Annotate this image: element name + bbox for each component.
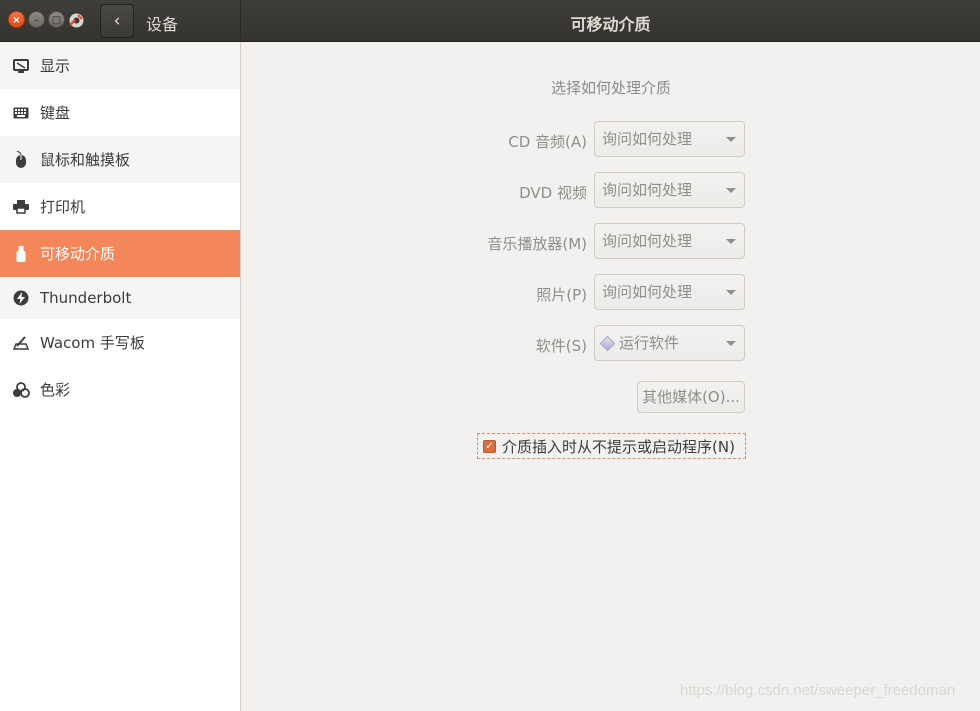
titlebar-left-pane: × – □ ‹ 设备 <box>0 0 241 42</box>
software-label: 软件(S) <box>535 337 587 355</box>
window-maximize-button[interactable]: □ <box>48 11 65 28</box>
chevron-down-icon <box>726 341 736 346</box>
sidebar-item-label: Thunderbolt <box>40 289 132 307</box>
window-minimize-button[interactable]: – <box>28 11 45 28</box>
other-media-button[interactable]: 其他媒体(O)... <box>637 381 745 413</box>
sidebar: 显示 键盘 鼠标和触摸板 打印机 可移动介质 Thunderbolt Wacom… <box>0 42 241 711</box>
dvd-video-combo[interactable]: 询问如何处理 <box>594 172 745 208</box>
page-title: 可移动介质 <box>570 15 651 34</box>
sidebar-item-printer[interactable]: 打印机 <box>0 183 240 230</box>
color-icon <box>12 381 30 399</box>
sidebar-item-label: 色彩 <box>40 381 71 399</box>
section-title: 设备 <box>146 15 179 34</box>
sidebar-item-display[interactable]: 显示 <box>0 42 240 89</box>
check-icon[interactable]: ✓ <box>483 439 496 453</box>
sidebar-item-mouse[interactable]: 鼠标和触摸板 <box>0 136 240 183</box>
cd-audio-label: CD 音频(A) <box>508 133 587 151</box>
combo-value: 询问如何处理 <box>602 130 693 148</box>
combo-value: 询问如何处理 <box>602 283 693 301</box>
sidebar-item-color[interactable]: 色彩 <box>0 366 240 413</box>
usb-drive-icon <box>12 245 30 263</box>
chevron-down-icon <box>726 188 736 193</box>
keyboard-icon <box>12 104 30 122</box>
title-bar: × – □ ‹ 设备 可移动介质 <box>0 0 980 42</box>
never-prompt-checkbox-row[interactable]: ✓ 介质插入时从不提示或启动程序(N) <box>477 433 746 459</box>
cd-audio-combo[interactable]: 询问如何处理 <box>594 121 745 157</box>
photos-combo[interactable]: 询问如何处理 <box>594 274 745 310</box>
chevron-down-icon <box>726 239 736 244</box>
dvd-video-label: DVD 视频 <box>519 184 587 202</box>
sidebar-item-label: 鼠标和触摸板 <box>40 151 131 169</box>
run-software-icon <box>599 335 616 352</box>
settings-app-icon <box>69 13 84 28</box>
chevron-down-icon <box>726 137 736 142</box>
tablet-icon <box>12 334 30 352</box>
watermark: https://blog.csdn.net/sweeper_freedoman <box>680 682 956 699</box>
sidebar-item-label: 打印机 <box>40 198 86 216</box>
sidebar-item-label: 显示 <box>40 57 71 75</box>
back-button[interactable]: ‹ <box>100 4 134 38</box>
photos-label: 照片(P) <box>536 286 587 304</box>
sidebar-item-label: Wacom 手写板 <box>40 334 145 352</box>
never-prompt-label: 介质插入时从不提示或启动程序(N) <box>502 437 735 456</box>
removable-media-panel: 选择如何处理介质 CD 音频(A) 询问如何处理 DVD 视频 询问如何处理 音… <box>241 42 980 711</box>
chevron-down-icon <box>726 290 736 295</box>
sidebar-item-thunderbolt[interactable]: Thunderbolt <box>0 277 240 319</box>
music-player-combo[interactable]: 询问如何处理 <box>594 223 745 259</box>
panel-heading: 选择如何处理介质 <box>551 79 672 97</box>
thunderbolt-icon <box>12 289 30 307</box>
mouse-icon <box>12 150 30 169</box>
music-player-label: 音乐播放器(M) <box>487 235 587 253</box>
display-icon <box>12 57 30 75</box>
sidebar-item-label: 可移动介质 <box>40 245 116 263</box>
window-close-button[interactable]: × <box>8 11 25 28</box>
combo-value: 询问如何处理 <box>602 232 693 250</box>
sidebar-item-wacom-tablet[interactable]: Wacom 手写板 <box>0 319 240 366</box>
sidebar-item-keyboard[interactable]: 键盘 <box>0 89 240 136</box>
combo-value: 运行软件 <box>619 334 680 352</box>
sidebar-item-label: 键盘 <box>40 104 71 122</box>
software-combo[interactable]: 运行软件 <box>594 325 745 361</box>
printer-icon <box>12 198 30 216</box>
combo-value: 询问如何处理 <box>602 181 693 199</box>
sidebar-item-removable-media[interactable]: 可移动介质 <box>0 230 240 277</box>
